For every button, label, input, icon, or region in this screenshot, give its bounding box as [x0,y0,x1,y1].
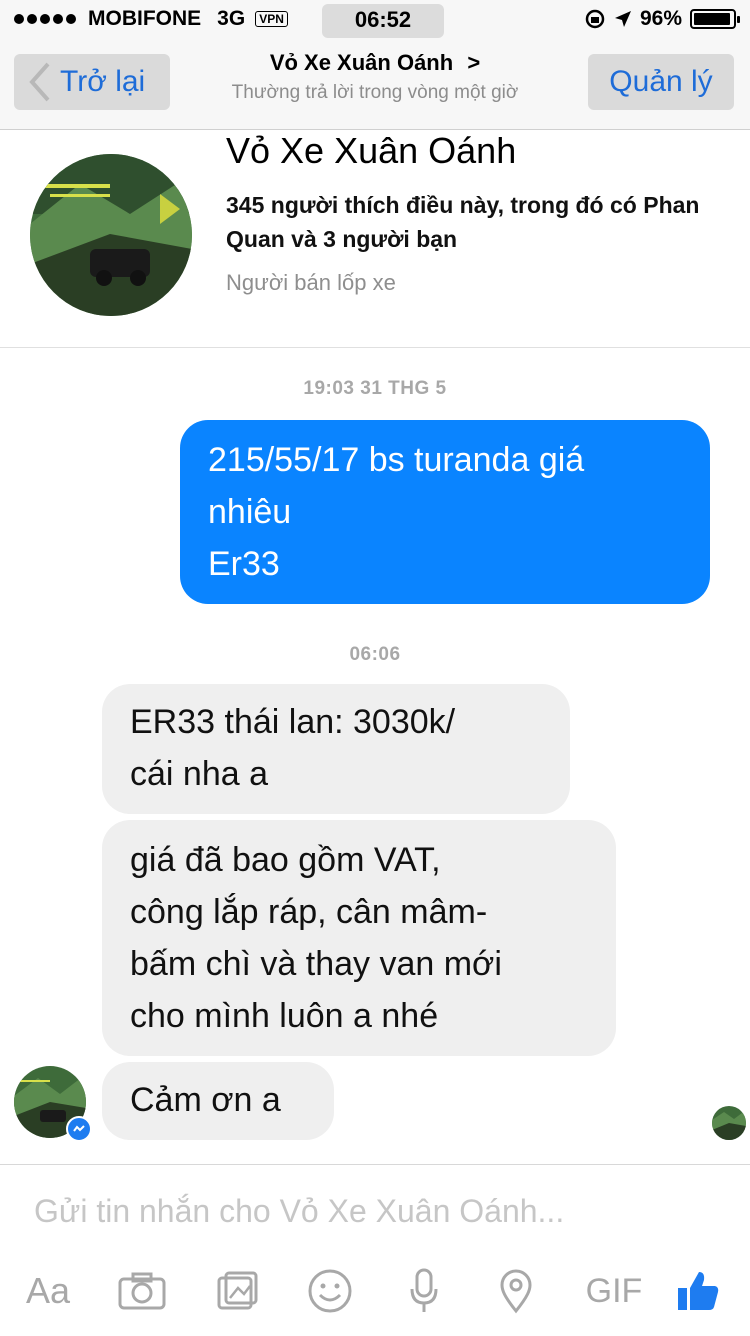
message-line: bấm chì và thay van mới [130,945,502,983]
page-avatar[interactable] [30,154,192,316]
network-label: 3G [217,7,246,30]
message-line: ER33 thái lan: 3030k/ [130,703,456,741]
message-line: cho mình luôn a nhé [130,997,439,1035]
message-line: giá đã bao gồm VAT, [130,841,441,879]
battery-fill [694,13,731,25]
outgoing-message[interactable]: 215/55/17 bs turanda giá nhiêu Er33 [180,420,710,604]
manage-button[interactable]: Quản lý [588,54,734,110]
page-header: Vỏ Xe Xuân Oánh 345 người thích điều này… [0,130,750,348]
nav-subtitle: Thường trả lời trong vòng một giờ [231,82,519,103]
location-pin-icon[interactable] [488,1263,544,1319]
back-label: Trở lại [60,65,146,98]
signal-icon [14,14,76,24]
conversation-title[interactable]: Vỏ Xe Xuân Oánh > Thường trả lời trong v… [180,50,570,104]
message-timestamp: 06:06 [349,644,401,665]
message-line: Er33 [208,545,280,583]
contact-avatar[interactable] [14,1066,92,1142]
back-button[interactable]: Trở lại [14,54,170,110]
status-right: 96% [584,7,740,31]
message-line: 215/55/17 bs turanda giá [208,441,585,479]
status-bar: MOBIFONE 3G VPN 06:52 96% [0,0,750,40]
page-likes: 345 người thích điều này, trong đó có Ph… [226,192,700,252]
battery-percent: 96% [639,7,682,30]
messenger-badge-icon [66,1116,92,1142]
page-category: Người bán lốp xe [226,270,396,295]
composer-toolbar: Aa GIF [0,1263,750,1323]
message-line: công lắp ráp, cân mâm- [130,893,488,931]
message-timestamp: 19:03 31 THG 5 [303,378,447,399]
lock-rotation-icon [585,9,605,29]
message-input[interactable]: Gửi tin nhắn cho Vỏ Xe Xuân Oánh... [34,1193,564,1230]
camera-icon[interactable] [114,1263,170,1319]
location-arrow-icon [614,11,631,27]
incoming-message[interactable]: ER33 thái lan: 3030k/ cái nha a [102,684,570,814]
battery-icon [690,9,740,29]
vpn-icon: VPN [255,11,288,27]
emoji-icon[interactable] [302,1263,358,1319]
status-time: 06:52 [322,4,444,38]
microphone-icon[interactable] [396,1263,452,1319]
text-format-button[interactable]: Aa [20,1263,76,1319]
message-line: nhiêu [208,493,292,531]
incoming-message[interactable]: Cảm ơn a [102,1062,334,1140]
carrier-label: MOBIFONE [88,7,202,30]
gif-button[interactable]: GIF [578,1263,650,1319]
incoming-message[interactable]: giá đã bao gồm VAT, công lắp ráp, cân mâ… [102,820,616,1056]
chevron-right-icon: > [467,50,481,75]
message-line: cái nha a [130,755,268,793]
page-name[interactable]: Vỏ Xe Xuân Oánh [226,130,516,172]
like-icon[interactable] [670,1263,726,1319]
nav-bar: Trở lại Vỏ Xe Xuân Oánh > Thường trả lời… [0,40,750,130]
nav-title-name: Vỏ Xe Xuân Oánh [269,50,454,75]
composer: Gửi tin nhắn cho Vỏ Xe Xuân Oánh... Aa G… [0,1164,750,1336]
seen-indicator-avatar [712,1106,746,1140]
photo-icon[interactable] [210,1263,266,1319]
status-left: MOBIFONE 3G VPN [14,7,288,31]
message-line: Cảm ơn a [130,1081,281,1119]
back-chevron-icon [29,62,50,102]
